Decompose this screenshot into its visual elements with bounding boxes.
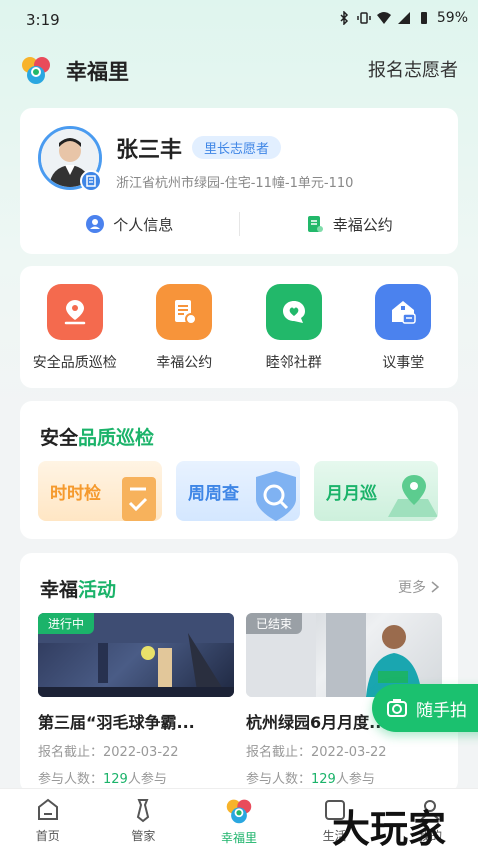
profile-card: 张三丰 里长志愿者 浙江省杭州市绿园-住宅-11幢-1单元-110 个人信息 幸… bbox=[20, 108, 458, 254]
tab-home[interactable]: 首页 bbox=[0, 789, 96, 850]
participants-suffix: 人参与 bbox=[335, 772, 375, 787]
personal-info-label: 个人信息 bbox=[113, 215, 174, 234]
activity-participants: 参与人数：129人参与 bbox=[38, 768, 234, 787]
activities-title: 幸福活动 bbox=[40, 575, 116, 602]
user-name: 张三丰 bbox=[116, 138, 183, 163]
hourly-check-button[interactable]: 时时检 bbox=[38, 461, 162, 521]
wifi-icon bbox=[376, 12, 391, 24]
patrol-title: 安全品质巡检 bbox=[40, 423, 154, 450]
activities-title-highlight: 活动 bbox=[78, 579, 117, 601]
personal-info-button[interactable]: 个人信息 bbox=[20, 208, 239, 240]
activity-deadline: 报名截止：2022-03-22 bbox=[246, 745, 387, 760]
hourly-check-label: 时时检 bbox=[50, 484, 101, 504]
house-chat-icon bbox=[375, 284, 432, 340]
activities-section: 幸福活动 更多 进行中 第三届“羽毛球争霸... 报名截止：2022-03-22… bbox=[20, 553, 458, 793]
activity-status-badge: 进行中 bbox=[38, 613, 95, 634]
home-icon bbox=[37, 798, 58, 820]
monthly-patrol-button[interactable]: 月月巡 bbox=[314, 461, 438, 521]
app-header: 幸福里 报名志愿者 bbox=[0, 50, 478, 90]
profile-actions: 个人信息 幸福公约 bbox=[20, 208, 458, 240]
tab-happiness[interactable]: 幸福里 bbox=[191, 789, 287, 850]
shortcut-grid: 安全品质巡检 幸福公约 睦邻社群 议事堂 bbox=[20, 266, 458, 388]
clipboard-check-icon bbox=[122, 477, 156, 521]
activity-card[interactable]: 进行中 第三届“羽毛球争霸... 报名截止：2022-03-22 参与人数：12… bbox=[38, 613, 234, 787]
magnifier-shield-icon bbox=[256, 471, 296, 521]
shortcut-council-hall[interactable]: 议事堂 bbox=[349, 266, 459, 388]
chat-heart-icon bbox=[265, 284, 322, 340]
camera-icon bbox=[387, 699, 407, 717]
patrol-title-highlight: 品质巡检 bbox=[78, 427, 155, 449]
shortcut-safety-patrol[interactable]: 安全品质巡检 bbox=[20, 266, 130, 388]
tab-label: 幸福里 bbox=[220, 831, 257, 845]
map-pin-icon bbox=[388, 475, 438, 517]
document-icon bbox=[156, 284, 213, 340]
tab-label: 首页 bbox=[35, 829, 60, 843]
badminton-photo: 进行中 bbox=[38, 613, 234, 697]
participants-prefix: 参与人数： bbox=[38, 772, 104, 787]
register-volunteer-link[interactable]: 报名志愿者 bbox=[368, 56, 458, 82]
more-activities-link[interactable]: 更多 bbox=[398, 577, 440, 597]
participants-count: 129 bbox=[103, 772, 128, 787]
signal-icon bbox=[397, 12, 410, 24]
patrol-section: 安全品质巡检 时时检 周周查 月月巡 bbox=[20, 401, 458, 539]
status-icons: 59% bbox=[337, 10, 468, 26]
battery-icon bbox=[420, 12, 427, 24]
status-time: 3:19 bbox=[26, 11, 60, 29]
document-icon bbox=[307, 216, 323, 232]
activity-status-badge: 已结束 bbox=[246, 613, 303, 634]
location-icon bbox=[46, 284, 103, 340]
patrol-title-plain: 安全 bbox=[40, 427, 79, 449]
activity-participants: 参与人数：129人参与 bbox=[246, 768, 442, 787]
building-badge-icon bbox=[80, 170, 102, 192]
bluetooth-icon bbox=[340, 11, 348, 25]
participants-prefix: 参与人数： bbox=[246, 772, 312, 787]
app-title: 幸福里 bbox=[66, 60, 129, 84]
vibrate-icon bbox=[357, 12, 371, 24]
more-label: 更多 bbox=[398, 580, 426, 596]
snapshot-float-button[interactable]: 随手拍 bbox=[372, 684, 478, 732]
activity-title: 第三届“羽毛球争霸... bbox=[38, 713, 195, 732]
shortcut-neighbor-group[interactable]: 睦邻社群 bbox=[239, 266, 349, 388]
snapshot-label: 随手拍 bbox=[416, 700, 467, 721]
weekly-check-button[interactable]: 周周查 bbox=[176, 461, 300, 521]
patrol-buttons: 时时检 周周查 月月巡 bbox=[38, 461, 438, 521]
shortcut-label: 安全品质巡检 bbox=[32, 355, 117, 371]
happiness-convention-button[interactable]: 幸福公约 bbox=[240, 208, 459, 240]
activities-title-plain: 幸福 bbox=[40, 579, 79, 601]
logo-icon bbox=[226, 799, 252, 824]
shortcut-label: 睦邻社群 bbox=[265, 355, 322, 371]
activity-deadline: 报名截止：2022-03-22 bbox=[38, 745, 179, 760]
person-icon bbox=[86, 215, 105, 233]
participants-count: 129 bbox=[311, 772, 336, 787]
tab-butler[interactable]: 管家 bbox=[96, 789, 192, 850]
weekly-check-label: 周周查 bbox=[188, 484, 239, 504]
status-bar: 3:19 59% bbox=[0, 0, 478, 40]
shortcut-convention[interactable]: 幸福公约 bbox=[130, 266, 240, 388]
chevron-right-icon bbox=[431, 581, 440, 593]
monthly-patrol-label: 月月巡 bbox=[326, 484, 377, 504]
user-address: 浙江省杭州市绿园-住宅-11幢-1单元-110 bbox=[116, 176, 354, 191]
app-logo-icon bbox=[22, 57, 50, 84]
tie-icon bbox=[137, 799, 150, 823]
watermark-text: 大玩家 bbox=[332, 807, 447, 850]
role-badge: 里长志愿者 bbox=[192, 136, 282, 159]
tab-label: 管家 bbox=[131, 829, 156, 843]
participants-suffix: 人参与 bbox=[127, 772, 167, 787]
shortcut-label: 幸福公约 bbox=[156, 355, 213, 371]
happiness-convention-label: 幸福公约 bbox=[332, 215, 393, 234]
battery-level: 59% bbox=[436, 10, 468, 26]
shortcut-label: 议事堂 bbox=[382, 355, 425, 371]
